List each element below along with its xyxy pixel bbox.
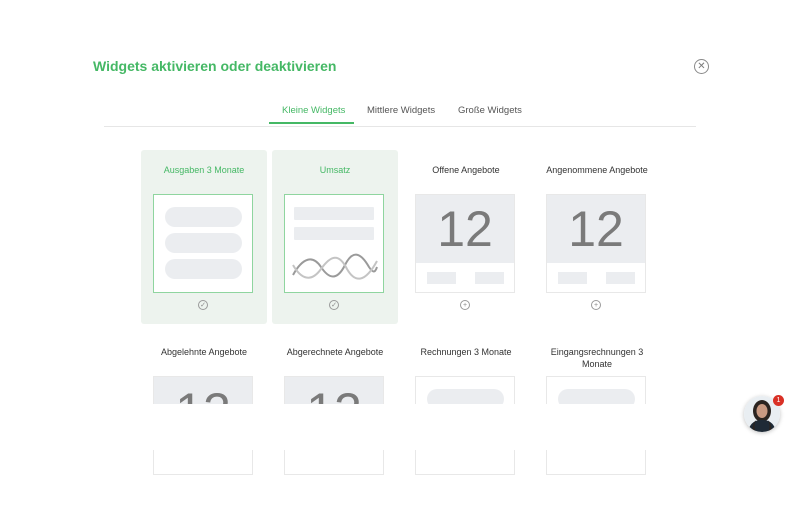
widget-preview: 12 — [415, 194, 515, 293]
plus-circle-icon[interactable]: + — [591, 300, 601, 310]
widget-title: Ausgaben 3 Monate — [163, 165, 245, 175]
tab-mittlere-widgets[interactable]: Mittlere Widgets — [367, 105, 435, 116]
chat-notification-badge: 1 — [773, 395, 784, 406]
widget-preview — [153, 194, 253, 293]
placeholder-block — [558, 272, 587, 284]
placeholder-pill — [165, 259, 242, 279]
widget-card-ausgaben-3-monate[interactable]: Ausgaben 3 Monate ✓ — [141, 150, 267, 324]
widget-title: Abgerechnete Angebote — [286, 347, 384, 357]
dialog-title: Widgets aktivieren oder deaktivieren — [93, 58, 337, 74]
check-circle-icon[interactable]: ✓ — [329, 300, 339, 310]
widget-card-offene-angebote[interactable]: Offene Angebote 12 + — [403, 150, 529, 324]
placeholder-pill — [165, 207, 242, 227]
widget-preview: 12 — [546, 194, 646, 293]
placeholder-block — [606, 272, 635, 284]
widget-title: Angenommene Angebote — [546, 165, 648, 175]
placeholder-block — [475, 272, 504, 284]
close-icon[interactable]: ✕ — [694, 59, 709, 74]
widget-preview — [284, 194, 384, 293]
tab-kleine-widgets[interactable]: Kleine Widgets — [282, 105, 345, 116]
placeholder-pill — [165, 233, 242, 253]
widget-size-tabs: Kleine Widgets Mittlere Widgets Große Wi… — [104, 98, 696, 127]
widget-title: Abgelehnte Angebote — [160, 347, 248, 357]
placeholder-block — [427, 272, 456, 284]
widget-title: Offene Angebote — [432, 165, 500, 175]
widget-title: Eingangsrechnungen 3 Monate — [550, 347, 644, 369]
widget-card-umsatz[interactable]: Umsatz ✓ — [272, 150, 398, 324]
plus-circle-icon[interactable]: + — [460, 300, 470, 310]
check-circle-icon[interactable]: ✓ — [198, 300, 208, 310]
widget-value: 12 — [416, 195, 514, 263]
line-chart-preview — [292, 253, 378, 280]
widget-value: 12 — [547, 195, 645, 263]
scroll-clip — [0, 404, 800, 450]
active-tab-indicator — [269, 122, 354, 124]
tab-grosse-widgets[interactable]: Große Widgets — [458, 105, 522, 116]
widget-title: Umsatz — [319, 165, 351, 175]
widget-card-angenommene-angebote[interactable]: Angenommene Angebote 12 + — [534, 150, 660, 324]
widget-title: Rechnungen 3 Monate — [420, 347, 512, 357]
